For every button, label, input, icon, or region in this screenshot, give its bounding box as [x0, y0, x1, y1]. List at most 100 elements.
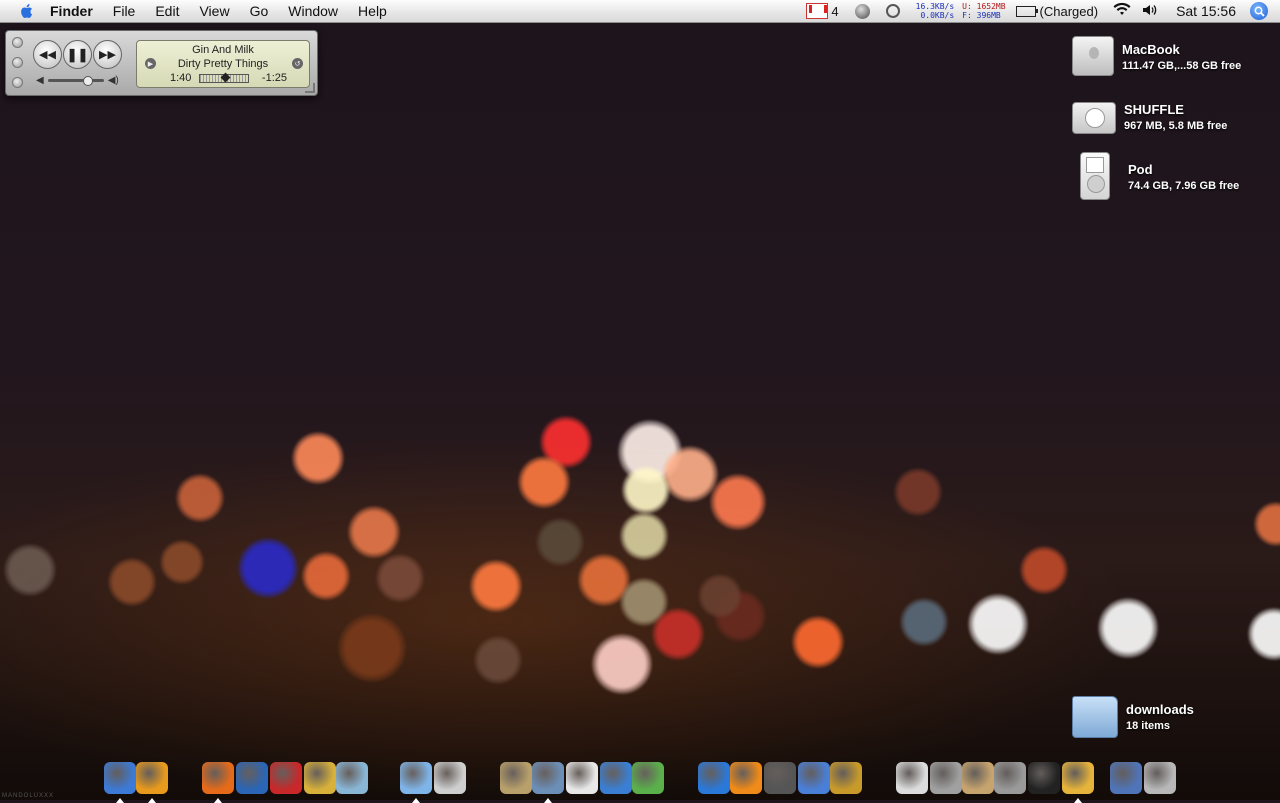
dock-dvd-player-icon[interactable]: [434, 762, 466, 794]
apple-menu-icon[interactable]: [18, 2, 36, 20]
next-track-button[interactable]: ▶▶: [93, 40, 122, 69]
bokeh-light: [176, 474, 224, 522]
bokeh-light: [1098, 598, 1158, 658]
dock-installer-icon[interactable]: [962, 762, 994, 794]
menu-go[interactable]: Go: [240, 0, 279, 22]
menu-file[interactable]: File: [103, 0, 146, 22]
dock-trash-icon[interactable]: [1144, 762, 1176, 794]
fast-forward-icon: ▶▶: [99, 49, 116, 61]
dock-disk-utility-icon[interactable]: [930, 762, 962, 794]
bokeh-light: [238, 538, 298, 598]
net-down-rate: 0.0KB/s: [920, 11, 955, 20]
dock-magnet-app-icon[interactable]: [270, 762, 302, 794]
bokeh-light: [710, 474, 766, 530]
ipod-shuffle-icon: [1072, 102, 1116, 134]
now-playing-display[interactable]: ▶ ↺ Gin And Milk Dirty Pretty Things 1:4…: [136, 40, 310, 88]
wifi-icon[interactable]: [1112, 2, 1132, 20]
battery-icon: [1015, 5, 1038, 17]
bokeh-light: [348, 506, 400, 558]
dock-ff-app-icon[interactable]: [798, 762, 830, 794]
bokeh-light: [108, 558, 156, 606]
dock-pretzel-app-icon[interactable]: [1062, 762, 1094, 803]
dock-itunes-icon[interactable]: [400, 762, 432, 803]
desktop-item-pod[interactable]: Pod 74.4 GB, 7.96 GB free: [1072, 152, 1239, 200]
running-indicator: [116, 798, 124, 803]
dock-pen-app-icon[interactable]: [500, 762, 532, 794]
network-monitor[interactable]: 16.3KB/s 0.0KB/s: [916, 2, 955, 20]
bokeh-light: [968, 594, 1028, 654]
dock-bittorrent-icon[interactable]: [136, 762, 168, 803]
menu-edit[interactable]: Edit: [145, 0, 189, 22]
bokeh-light: [536, 518, 584, 566]
bokeh-light: [160, 540, 204, 584]
dock-transmit-icon[interactable]: [304, 762, 336, 794]
volume-knob[interactable]: [82, 76, 93, 86]
resize-handle[interactable]: [305, 83, 315, 93]
progress-bar[interactable]: [199, 72, 249, 83]
spotlight-icon[interactable]: [1250, 2, 1268, 20]
bokeh-light: [622, 466, 670, 514]
dock-quicktime-icon[interactable]: [698, 762, 730, 794]
bokeh-light: [652, 608, 704, 660]
dock-cocktail-app-icon[interactable]: [830, 762, 862, 794]
pause-button[interactable]: ❚❚: [63, 40, 92, 69]
zoom-button[interactable]: [12, 77, 23, 88]
bokeh-light: [470, 560, 522, 612]
menu-help[interactable]: Help: [348, 0, 397, 22]
bokeh-light: [1020, 546, 1068, 594]
bokeh-light: [518, 456, 570, 508]
bokeh-light: [376, 554, 424, 602]
memory-monitor[interactable]: U: 1652MB F: 396MB: [962, 2, 1005, 20]
menu-view[interactable]: View: [189, 0, 239, 22]
bokeh-light: [4, 544, 56, 596]
dock-film-app-icon[interactable]: [764, 762, 796, 794]
running-indicator: [148, 798, 156, 803]
window-controls: [12, 37, 23, 97]
close-button[interactable]: [12, 37, 23, 48]
volume-high-icon: ◀): [107, 75, 119, 86]
desktop-item-info: 967 MB, 5.8 MB free: [1124, 120, 1228, 132]
volume-track[interactable]: [47, 76, 104, 86]
desktop-item-info: 18 items: [1126, 720, 1171, 732]
dock-thunderbird-icon[interactable]: [236, 762, 268, 794]
dock: [0, 756, 1280, 803]
itunes-mini-player[interactable]: ◀◀ ❚❚ ▶▶ ◀ ◀) ▶ ↺ Gin And Milk Dirty Pre…: [5, 30, 318, 96]
mem-free: F: 396MB: [962, 11, 1001, 20]
progress-marker[interactable]: [220, 72, 231, 83]
battery-menu[interactable]: (Charged): [1015, 4, 1098, 19]
dock-terminal-icon[interactable]: [1028, 762, 1060, 794]
desktop-item-shuffle[interactable]: SHUFFLE 967 MB, 5.8 MB free: [1072, 92, 1227, 134]
desktop-item-macbook[interactable]: MacBook 111.47 GB,...58 GB free: [1072, 32, 1241, 76]
previous-track-button[interactable]: ◀◀: [33, 40, 62, 69]
globe-icon[interactable]: [854, 3, 870, 19]
dock-textedit-icon[interactable]: [566, 762, 598, 794]
net-up-rate: 16.3KB/s: [915, 2, 955, 11]
dock-vlc-icon[interactable]: [730, 762, 762, 794]
dock-finder-icon[interactable]: [104, 762, 136, 803]
volume-low-icon: ◀: [36, 75, 44, 86]
rewind-icon: ◀◀: [39, 49, 56, 61]
menu-clock[interactable]: Sat 15:56: [1176, 3, 1236, 19]
dock-firefox-icon[interactable]: [202, 762, 234, 803]
bokeh-light: [900, 598, 948, 646]
dock-plant-app-icon[interactable]: [632, 762, 664, 794]
dock-word-app-icon[interactable]: [600, 762, 632, 794]
desktop-item-downloads[interactable]: downloads 18 items: [1072, 692, 1194, 738]
gmail-notifier[interactable]: 4: [806, 3, 839, 19]
folder-icon: [1072, 696, 1118, 738]
dock-calculator-icon[interactable]: [994, 762, 1026, 794]
volume-slider[interactable]: ◀ ◀): [36, 75, 119, 86]
menu-app-finder[interactable]: Finder: [46, 0, 103, 22]
sync-status-icon[interactable]: [885, 4, 900, 18]
dock-id-card-app-icon[interactable]: [1110, 762, 1142, 794]
volume-icon[interactable]: [1142, 3, 1158, 20]
minimize-button[interactable]: [12, 57, 23, 68]
bokeh-light: [292, 432, 344, 484]
running-indicator: [1074, 798, 1082, 803]
bokeh-light: [792, 616, 844, 668]
menu-window[interactable]: Window: [278, 0, 348, 22]
dock-system-app-icon[interactable]: [896, 762, 928, 794]
dock-iphoto-icon[interactable]: [532, 762, 564, 803]
dock-printer-app-icon[interactable]: [336, 762, 368, 794]
hard-drive-icon: [1072, 36, 1114, 76]
